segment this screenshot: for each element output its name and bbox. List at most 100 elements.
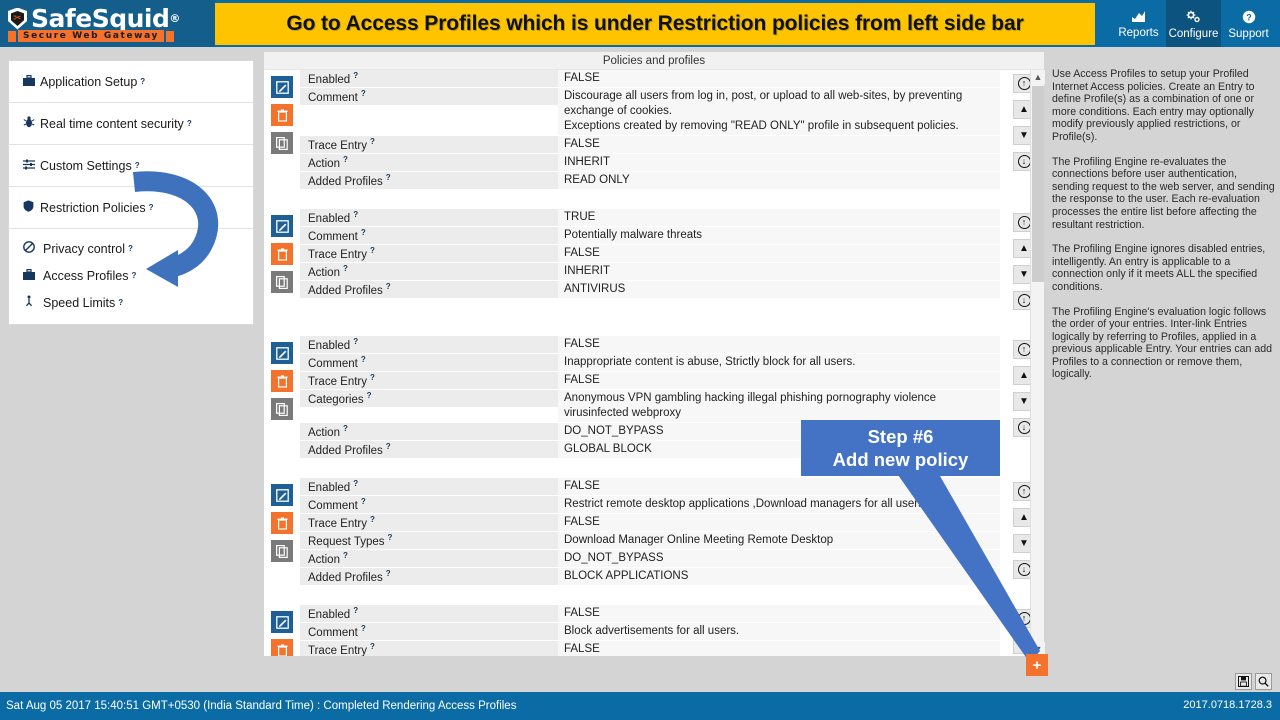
sidebar-item-restriction-policies[interactable]: Restriction Policies ? [9,187,253,229]
policy-field-value[interactable]: READ ONLY [558,172,1000,189]
help-marker-icon[interactable]: ? [361,228,366,237]
policy-field-row: Enabled? TRUE [300,209,1000,227]
help-marker-icon[interactable]: ? [131,271,136,280]
delete-icon[interactable] [271,370,293,392]
policy-field-value[interactable]: FALSE [558,245,1000,262]
help-marker-icon[interactable]: ? [370,137,375,146]
help-marker-icon[interactable]: ? [187,119,192,128]
policy-entry-list[interactable]: Enabled? FALSE Comment? Discourage all user… [264,70,1044,656]
insert-above-glyph: ↑ [1017,485,1031,498]
edit-icon[interactable] [271,215,293,237]
help-marker-icon[interactable]: ? [140,77,145,86]
sidebar-item-application-setup[interactable]: Application Setup ? [9,61,253,103]
help-marker-icon[interactable]: ? [353,606,358,615]
policy-field-value[interactable]: INHERIT [558,263,1000,280]
help-marker-icon[interactable]: ? [388,533,393,542]
sidebar-item-privacy-control[interactable]: Privacy control ? [9,235,253,262]
scrollbar-thumb[interactable] [1032,86,1044,282]
help-marker-icon[interactable]: ? [353,479,358,488]
sidebar-item-real-time-content-security[interactable]: Real time content security ? [9,103,253,145]
help-marker-icon[interactable]: ? [361,497,366,506]
sidebar-item-speed-limits[interactable]: Speed Limits ? [9,289,253,316]
save-icon[interactable] [1235,673,1252,690]
help-marker-icon[interactable]: ? [386,173,391,182]
help-marker-icon[interactable]: ? [149,203,154,212]
help-marker-icon[interactable]: ? [386,569,391,578]
help-marker-icon[interactable]: ? [353,337,358,346]
help-marker-icon[interactable]: ? [343,551,348,560]
search-icon[interactable] [1255,673,1272,690]
policy-field-value[interactable]: INHERIT [558,154,1000,171]
shield-icon [23,200,40,215]
help-marker-icon[interactable]: ? [386,282,391,291]
nav-item-reports[interactable]: Reports [1111,0,1166,47]
policy-field-value[interactable]: DO_NOT_BYPASS [558,550,1000,567]
application-window: SafeSquid® Secure Web Gateway Go to Acce… [0,0,1280,720]
edit-icon[interactable] [271,484,293,506]
scroll-up-arrow-icon[interactable]: ▲ [1031,70,1045,84]
sidebar-item-custom-settings[interactable]: Custom Settings ? [9,145,253,187]
policy-value-line: FALSE [564,247,600,259]
policy-field-value[interactable]: Anonymous VPN gambling hacking illegal p… [558,390,1000,422]
help-marker-icon[interactable]: ? [128,244,133,253]
help-marker-icon[interactable]: ? [361,89,366,98]
sidebar-item-access-profiles[interactable]: Access Profiles ? [9,262,253,289]
nav-item-configure[interactable]: Configure [1166,0,1221,47]
copy-icon[interactable] [271,132,293,154]
help-marker-icon[interactable]: ? [343,155,348,164]
edit-icon[interactable] [271,611,293,633]
help-marker-icon[interactable]: ? [343,424,348,433]
top-bar: SafeSquid® Secure Web Gateway Go to Acce… [0,0,1280,47]
copy-icon[interactable] [271,540,293,562]
help-marker-icon[interactable]: ? [361,355,366,364]
policy-value-line: FALSE [564,516,600,528]
policy-field-value[interactable]: ANTIVIRUS [558,281,1000,298]
policy-field-value[interactable]: FALSE [558,641,1000,656]
help-marker-icon[interactable]: ? [386,442,391,451]
copy-icon[interactable] [271,271,293,293]
nav-label-configure: Configure [1168,27,1219,40]
help-marker-icon[interactable]: ? [370,373,375,382]
delete-icon[interactable] [271,639,293,656]
callout-line-2: Add new policy [832,449,969,470]
policy-value-line: FALSE [564,480,600,492]
help-marker-icon[interactable]: ? [135,161,140,170]
add-new-policy-button[interactable]: + [1026,654,1048,676]
policy-field-value[interactable]: FALSE [558,372,1000,389]
edit-icon[interactable] [271,76,293,98]
entry-separator [264,586,1044,605]
policy-field-value[interactable]: TRUE [558,209,1000,226]
policy-field-value[interactable]: FALSE [558,514,1000,531]
help-marker-icon[interactable]: ? [370,515,375,524]
delete-icon[interactable] [271,243,293,265]
edit-icon[interactable] [271,342,293,364]
delete-icon[interactable] [271,512,293,534]
delete-icon[interactable] [271,104,293,126]
policy-field-value[interactable]: BLOCK APPLICATIONS [558,568,1000,585]
copy-icon[interactable] [271,398,293,420]
help-marker-icon[interactable]: ? [353,210,358,219]
help-marker-icon[interactable]: ? [353,71,358,80]
help-marker-icon[interactable]: ? [370,642,375,651]
brand-logo[interactable]: SafeSquid® Secure Web Gateway [0,0,215,47]
policy-field-value[interactable]: FALSE [558,70,1000,87]
policy-field-value[interactable]: FALSE [558,478,1000,495]
help-marker-icon[interactable]: ? [343,264,348,273]
policy-field-value[interactable]: FALSE [558,605,1000,622]
policy-field-value[interactable]: Download Manager Online Meeting Remote D… [558,532,1000,549]
help-marker-icon[interactable]: ? [370,246,375,255]
policy-field-label: Action? [300,550,558,567]
policy-field-value[interactable]: Discourage all users from log in, post, … [558,88,1000,135]
help-marker-icon[interactable]: ? [118,298,123,307]
policy-field-value[interactable]: FALSE [558,336,1000,353]
insert-above-glyph: ↑ [1017,77,1031,90]
policy-field-value[interactable]: FALSE [558,136,1000,153]
policy-field-value[interactable]: Inappropriate content is abuse, Strictly… [558,354,1000,371]
help-marker-icon[interactable]: ? [367,391,372,400]
help-marker-icon[interactable]: ? [361,624,366,633]
policy-field-value[interactable]: Potentially malware threats [558,227,1000,244]
nav-item-support[interactable]: ? Support [1221,0,1276,47]
panel-scrollbar[interactable]: ▲ ▼ [1030,70,1045,656]
policy-field-value[interactable]: Block advertisements for all users. [558,623,1000,640]
policy-field-value[interactable]: Restrict remote desktop applications ,Do… [558,496,1000,513]
